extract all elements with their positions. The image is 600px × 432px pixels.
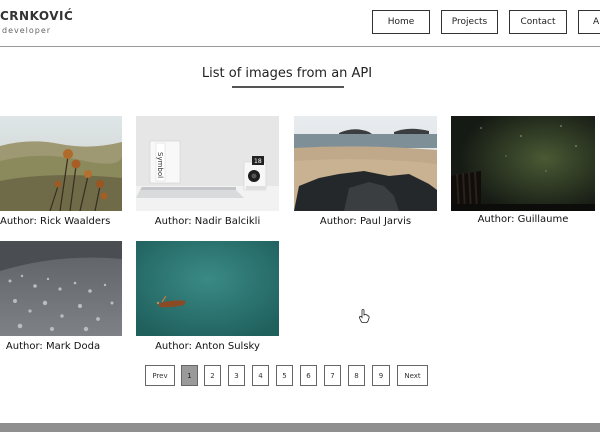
card-image-6[interactable] xyxy=(136,241,279,336)
pagination-page-7[interactable]: 7 xyxy=(324,365,341,386)
title-underline xyxy=(232,86,344,88)
site-header: CRNKOVIĆ developer Home Projects Contact… xyxy=(0,0,600,47)
nav-about-button[interactable]: A xyxy=(578,10,600,34)
card-author-6: Author: Anton Sulsky xyxy=(155,341,260,352)
brand-subtitle: developer xyxy=(2,26,52,35)
pagination-page-8[interactable]: 8 xyxy=(348,365,365,386)
book-spine-text: Symbol xyxy=(156,152,164,178)
card-image-5[interactable] xyxy=(0,241,122,336)
footer-bar xyxy=(0,423,600,432)
card-image-2[interactable]: Symbol 18 xyxy=(136,116,279,211)
hand-cursor-icon xyxy=(358,308,370,323)
pagination-page-9[interactable]: 9 xyxy=(372,365,390,386)
pagination-page-6[interactable]: 6 xyxy=(300,365,317,386)
card-author-3: Author: Paul Jarvis xyxy=(319,216,412,227)
page-title: List of images from an API xyxy=(201,66,373,81)
nav-contact-button[interactable]: Contact xyxy=(509,10,567,34)
card-image-3[interactable] xyxy=(294,116,437,211)
pagination-prev-button[interactable]: Prev xyxy=(145,365,175,386)
pagination-page-2[interactable]: 2 xyxy=(204,365,221,386)
pagination-next-button[interactable]: Next xyxy=(397,365,428,386)
nav-home-button[interactable]: Home xyxy=(372,10,430,34)
card-author-2: Author: Nadir Balcikli xyxy=(154,216,261,227)
pagination-page-5[interactable]: 5 xyxy=(276,365,293,386)
speaker-label-text: 18 xyxy=(254,158,262,165)
pagination-page-1[interactable]: 1 xyxy=(181,365,198,386)
card-image-4[interactable] xyxy=(451,116,595,211)
card-author-1: Author: Rick Waalders xyxy=(0,216,111,227)
brand-name[interactable]: CRNKOVIĆ xyxy=(0,9,73,23)
card-author-4: Author: Guillaume xyxy=(477,214,569,225)
pagination-page-3[interactable]: 3 xyxy=(228,365,245,386)
pagination-page-4[interactable]: 4 xyxy=(252,365,269,386)
card-image-1[interactable] xyxy=(0,116,122,211)
nav-projects-button[interactable]: Projects xyxy=(441,10,498,34)
card-author-5: Author: Mark Doda xyxy=(5,341,101,352)
